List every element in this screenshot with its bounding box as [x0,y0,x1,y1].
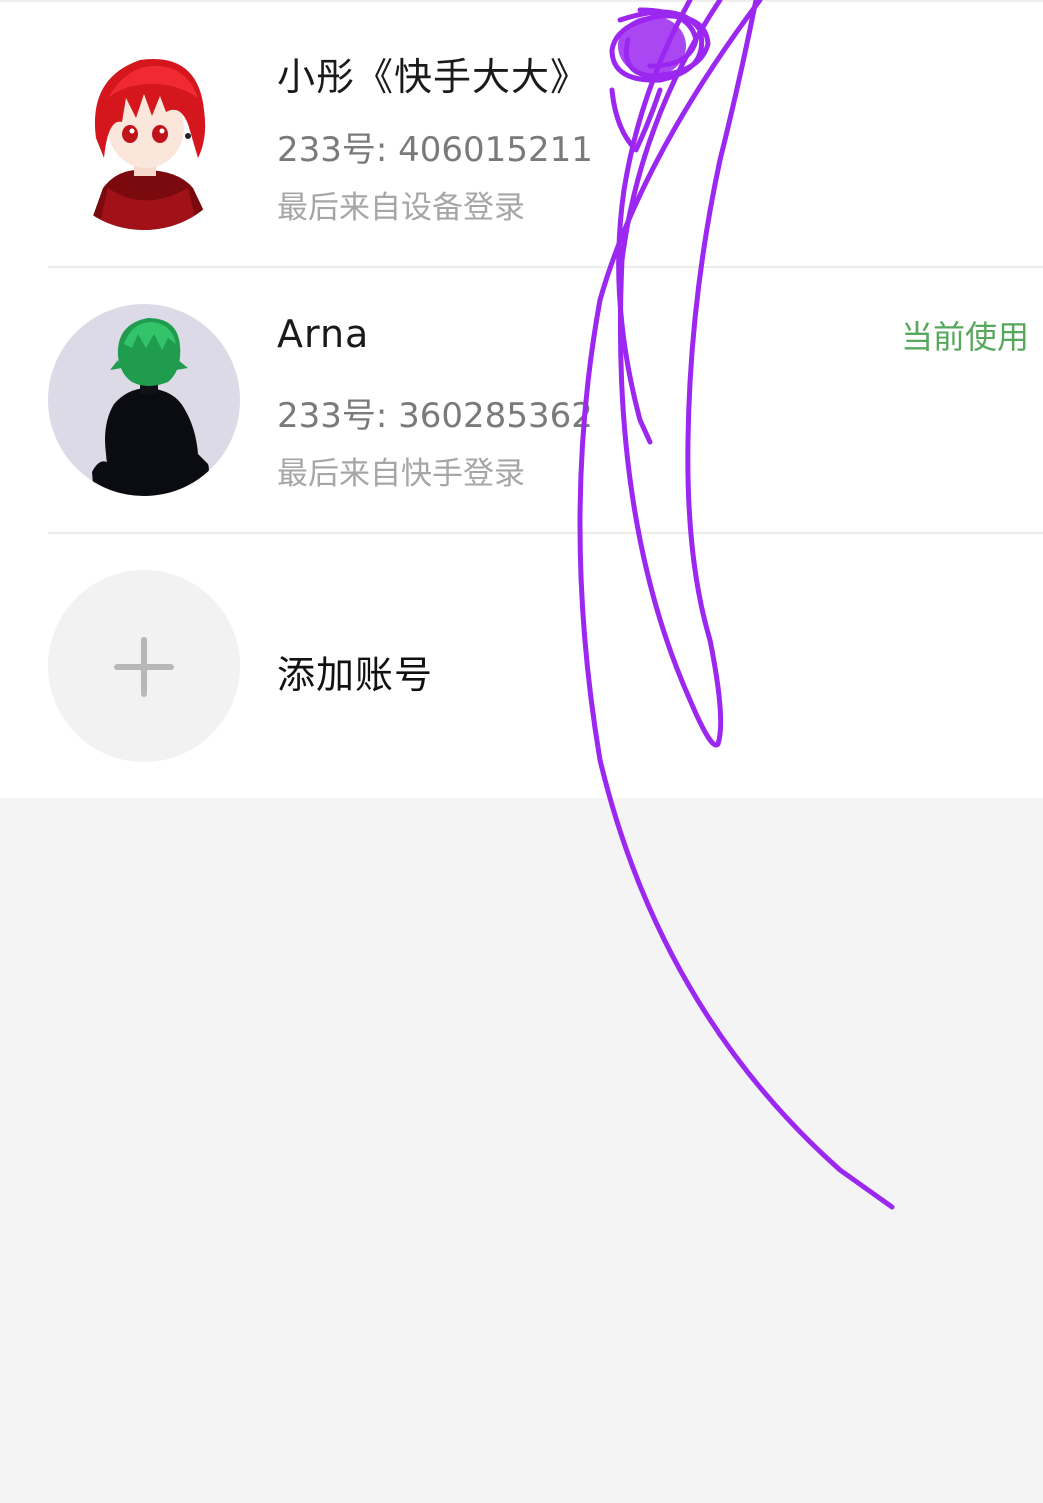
add-account-button[interactable] [48,570,240,762]
account-list-panel: 小彤《快手大大》 233号: 406015211 最后来自设备登录 Arna 2… [0,0,1043,798]
current-account-badge: 当前使用 [900,318,1029,356]
add-account-row[interactable]: 添加账号 [0,534,1043,800]
avatar [48,304,240,496]
add-account-label: 添加账号 [277,653,434,697]
account-row[interactable]: 小彤《快手大大》 233号: 406015211 最后来自设备登录 [0,2,1043,268]
account-name: 小彤《快手大大》 [277,55,590,99]
last-login-source: 最后来自设备登录 [277,190,525,226]
account-id: 233号: 360285362 [277,396,593,436]
plus-icon [114,637,174,697]
green-hair-character-avatar-image [48,304,240,496]
account-name: Arna [277,312,370,356]
red-hair-character-avatar-image [48,38,240,230]
account-id: 233号: 406015211 [277,130,593,170]
last-login-source: 最后来自快手登录 [277,456,525,492]
avatar [48,38,240,230]
account-row[interactable]: Arna 233号: 360285362 最后来自快手登录 当前使用 [0,268,1043,534]
